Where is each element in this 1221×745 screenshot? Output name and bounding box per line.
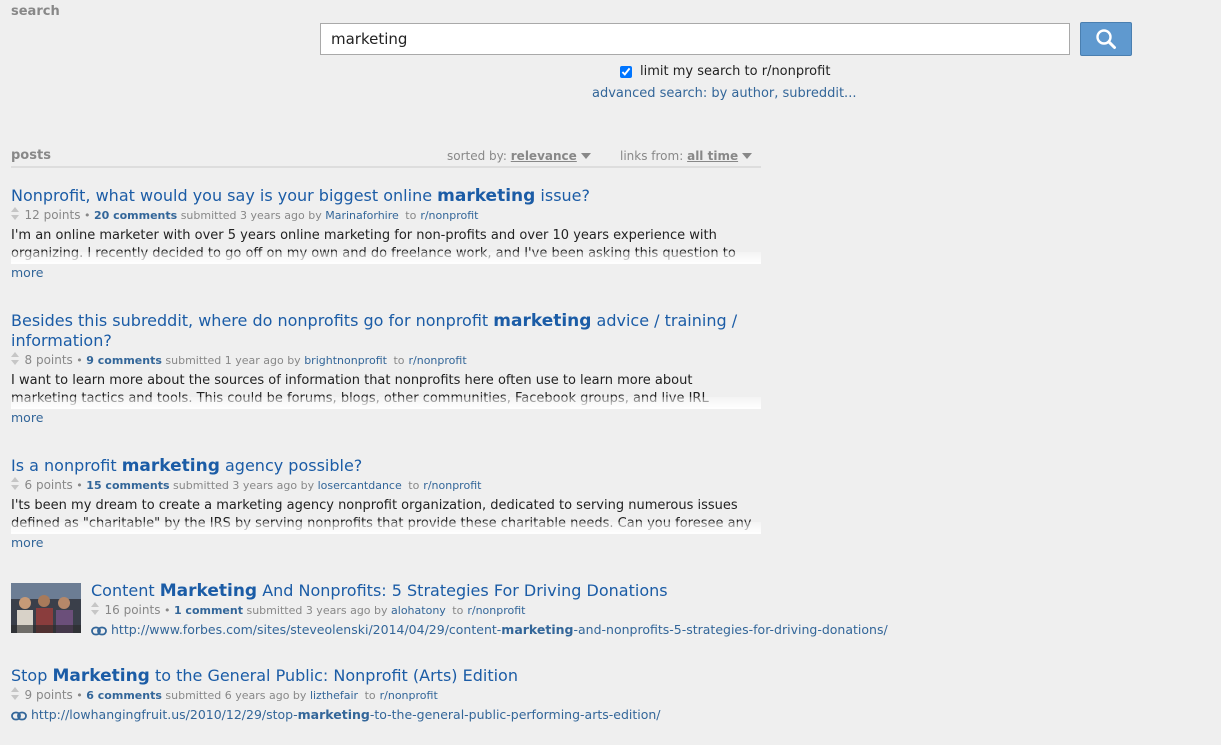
search-result: Besides this subreddit, where do nonprof… bbox=[11, 311, 1211, 425]
result-meta: 9 points • 6 comments submitted 6 years … bbox=[11, 687, 1211, 703]
vote-arrows-icon[interactable] bbox=[11, 207, 19, 220]
search-heading: search bbox=[11, 4, 60, 19]
search-button[interactable] bbox=[1080, 22, 1132, 56]
to-text: to bbox=[405, 209, 417, 222]
dropdown-arrow-icon bbox=[742, 153, 753, 159]
result-url-link[interactable]: http://lowhangingfruit.us/2010/12/29/sto… bbox=[31, 707, 661, 722]
to-text: to bbox=[393, 354, 405, 367]
time-filter-label: links from: bbox=[620, 149, 684, 163]
submitted-text: submitted 6 years ago by bbox=[165, 689, 307, 702]
sort-value[interactable]: relevance bbox=[511, 149, 577, 163]
time-filter-value[interactable]: all time bbox=[687, 149, 738, 163]
search-icon bbox=[1096, 29, 1116, 49]
result-points: 9 points bbox=[24, 688, 73, 702]
search-result: Nonprofit, what would you say is your bi… bbox=[11, 186, 1211, 280]
posts-menu: sorted by: relevance links from: all tim… bbox=[11, 147, 761, 168]
search-result: Is a nonprofit marketing agency possible… bbox=[11, 456, 1211, 550]
to-text: to bbox=[364, 689, 376, 702]
subreddit-link[interactable]: r/nonprofit bbox=[423, 479, 481, 492]
subreddit-link[interactable]: r/nonprofit bbox=[467, 604, 525, 617]
result-body: I'm an online marketer with over 5 years… bbox=[11, 227, 761, 264]
author-link[interactable]: alohatony bbox=[391, 604, 446, 617]
result-points: 8 points bbox=[24, 353, 73, 367]
to-text: to bbox=[452, 604, 464, 617]
result-title-link[interactable]: Stop Marketing to the General Public: No… bbox=[11, 666, 761, 686]
search-result: Stop Marketing to the General Public: No… bbox=[11, 666, 1211, 723]
result-url-line: http://lowhangingfruit.us/2010/12/29/sto… bbox=[11, 707, 1211, 723]
submitted-text: submitted 3 years ago by bbox=[246, 604, 388, 617]
comments-link[interactable]: 15 comments bbox=[86, 479, 169, 492]
subreddit-link[interactable]: r/nonprofit bbox=[409, 354, 467, 367]
author-link[interactable]: Marinaforhire bbox=[325, 209, 399, 222]
search-input[interactable] bbox=[320, 23, 1070, 55]
link-icon bbox=[11, 711, 27, 721]
result-meta: 12 points • 20 comments submitted 3 year… bbox=[11, 207, 1211, 223]
submitted-text: submitted 3 years ago by bbox=[180, 209, 322, 222]
comments-link[interactable]: 6 comments bbox=[86, 689, 162, 702]
more-link[interactable]: more bbox=[11, 410, 1211, 425]
result-title-link[interactable]: Content Marketing And Nonprofits: 5 Stra… bbox=[91, 581, 1091, 601]
advanced-search-link[interactable]: advanced search: by author, subreddit... bbox=[592, 86, 856, 101]
restrict-subreddit-label: limit my search to r/nonprofit bbox=[640, 64, 831, 79]
result-thumbnail[interactable] bbox=[11, 583, 81, 633]
vote-arrows-icon[interactable] bbox=[91, 602, 99, 615]
restrict-subreddit-option[interactable]: limit my search to r/nonprofit bbox=[620, 64, 830, 79]
link-icon bbox=[91, 626, 107, 636]
subreddit-link[interactable]: r/nonprofit bbox=[420, 209, 478, 222]
result-title-link[interactable]: Nonprofit, what would you say is your bi… bbox=[11, 186, 761, 206]
vote-arrows-icon[interactable] bbox=[11, 477, 19, 490]
sort-label: sorted by: bbox=[447, 149, 507, 163]
author-link[interactable]: losercantdance bbox=[318, 479, 402, 492]
vote-arrows-icon[interactable] bbox=[11, 352, 19, 365]
submitted-text: submitted 1 year ago by bbox=[165, 354, 301, 367]
comments-link[interactable]: 9 comments bbox=[86, 354, 162, 367]
result-points: 12 points bbox=[24, 208, 81, 222]
to-text: to bbox=[408, 479, 420, 492]
result-body: I'ts been my dream to create a marketing… bbox=[11, 497, 761, 534]
result-title-link[interactable]: Is a nonprofit marketing agency possible… bbox=[11, 456, 761, 476]
restrict-subreddit-checkbox[interactable] bbox=[620, 65, 632, 78]
result-meta: 16 points • 1 comment submitted 3 years … bbox=[91, 602, 1191, 618]
result-body: I want to learn more about the sources o… bbox=[11, 372, 761, 409]
subreddit-link[interactable]: r/nonprofit bbox=[380, 689, 438, 702]
result-points: 16 points bbox=[104, 603, 161, 617]
result-title-link[interactable]: Besides this subreddit, where do nonprof… bbox=[11, 311, 761, 351]
author-link[interactable]: brightnonprofit bbox=[304, 354, 387, 367]
author-link[interactable]: lizthefair bbox=[310, 689, 358, 702]
sort-dropdown[interactable]: sorted by: relevance bbox=[447, 149, 591, 163]
result-url-link[interactable]: http://www.forbes.com/sites/steveolenski… bbox=[111, 622, 888, 637]
more-link[interactable]: more bbox=[11, 535, 1211, 550]
time-filter-dropdown[interactable]: links from: all time bbox=[620, 149, 753, 163]
result-meta: 6 points • 15 comments submitted 3 years… bbox=[11, 477, 1211, 493]
more-link[interactable]: more bbox=[11, 265, 1211, 280]
result-meta: 8 points • 9 comments submitted 1 year a… bbox=[11, 352, 1211, 368]
result-points: 6 points bbox=[24, 478, 73, 492]
dropdown-arrow-icon bbox=[580, 153, 591, 159]
submitted-text: submitted 3 years ago by bbox=[173, 479, 315, 492]
result-url-line: http://www.forbes.com/sites/steveolenski… bbox=[91, 622, 1191, 638]
comments-link[interactable]: 1 comment bbox=[174, 604, 243, 617]
comments-link[interactable]: 20 comments bbox=[94, 209, 177, 222]
vote-arrows-icon[interactable] bbox=[11, 687, 19, 700]
